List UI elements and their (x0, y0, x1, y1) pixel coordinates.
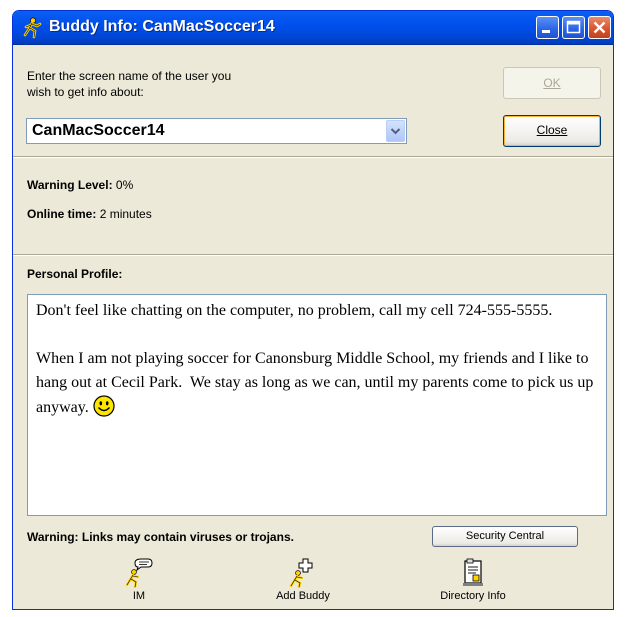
directory-info-label: Directory Info (440, 590, 506, 602)
warning-level-value: 0% (115, 178, 134, 192)
title-bar[interactable]: Buddy Info: CanMacSoccer14 (13, 11, 613, 45)
maximize-button[interactable] (562, 16, 585, 39)
divider-top (13, 156, 613, 158)
close-window-button[interactable] (588, 16, 611, 39)
profile-text-box[interactable]: Don't feel like chatting on the computer… (27, 294, 607, 516)
close-label: Close (536, 123, 568, 137)
running-man-icon (23, 17, 42, 39)
combobox-dropdown-button[interactable] (386, 120, 405, 142)
buddy-info-window: Buddy Info: CanMacSoccer14 Enter the scr… (12, 10, 614, 610)
add-buddy-label: Add Buddy (276, 590, 330, 602)
smiley-icon (93, 395, 115, 417)
ok-button[interactable]: OK (503, 67, 601, 99)
profile-text: Don't feel like chatting on the computer… (36, 302, 594, 416)
minimize-button[interactable] (536, 16, 559, 39)
im-action[interactable]: IM (119, 558, 159, 602)
screen-name-prompt: Enter the screen name of the user you wi… (27, 68, 327, 100)
add-buddy-action[interactable]: Add Buddy (263, 558, 343, 602)
profile-heading: Personal Profile: (27, 267, 123, 281)
profile-text-container: Don't feel like chatting on the computer… (36, 299, 596, 420)
add-buddy-icon (289, 558, 313, 588)
directory-info-icon (463, 558, 483, 586)
links-warning: Warning: Links may contain viruses or tr… (27, 530, 294, 544)
im-label: IM (132, 590, 146, 602)
online-time-value: 2 minutes (99, 207, 152, 221)
prompt-line-1: Enter the screen name of the user you (27, 69, 232, 83)
screen-name-combobox[interactable]: CanMacSoccer14 (26, 118, 407, 144)
ok-label: OK (543, 76, 561, 90)
window-title: Buddy Info: CanMacSoccer14 (49, 18, 275, 35)
close-x-icon (593, 21, 606, 34)
maximize-icon (566, 20, 581, 34)
screen-name-value[interactable]: CanMacSoccer14 (32, 122, 165, 140)
chevron-down-icon (390, 128, 401, 135)
warning-level-label: Warning Level: (27, 178, 113, 192)
online-time-label: Online time: (27, 207, 97, 221)
prompt-line-2: wish to get info about: (27, 85, 144, 99)
directory-info-action[interactable]: Directory Info (425, 558, 521, 602)
divider-bottom (13, 254, 613, 256)
warning-level-row: Warning Level: 0% (27, 178, 133, 192)
im-icon (125, 558, 153, 588)
online-time-row: Online time: 2 minutes (27, 207, 152, 221)
security-central-button[interactable]: Security Central (432, 526, 578, 547)
close-button[interactable]: Close (503, 115, 601, 147)
minimize-icon (542, 30, 550, 33)
